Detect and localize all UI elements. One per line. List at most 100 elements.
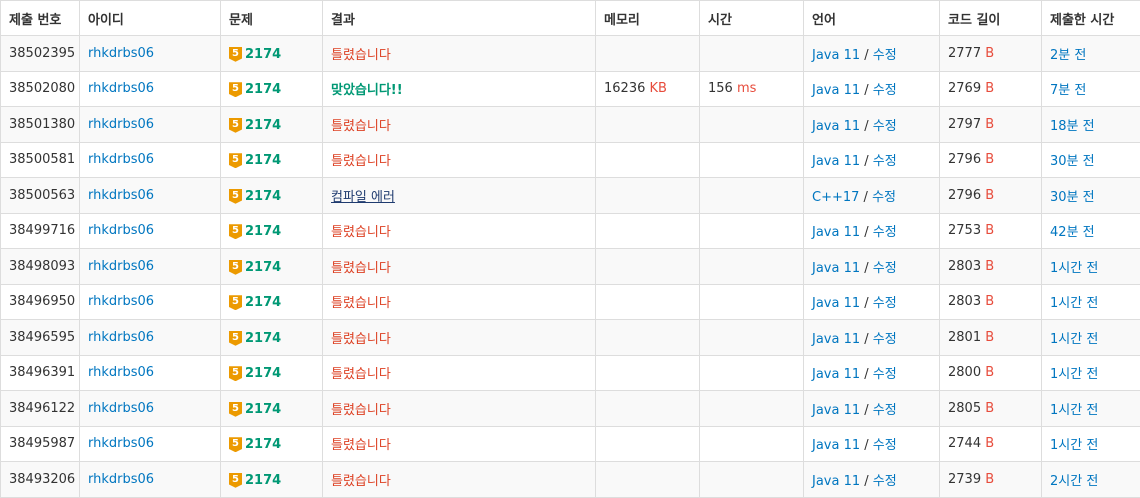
memory-cell — [596, 107, 700, 143]
edit-link[interactable]: 수정 — [873, 403, 897, 418]
header-language: 언어 — [804, 1, 940, 36]
user-cell: rhkdrbs06 — [80, 36, 221, 72]
edit-link[interactable]: 수정 — [872, 190, 896, 205]
language-cell: Java 11 / 수정 — [804, 107, 940, 143]
language-link[interactable]: Java 11 — [812, 83, 860, 98]
result-text[interactable]: 컴파일 에러 — [331, 190, 395, 205]
language-link[interactable]: Java 11 — [812, 367, 860, 382]
problem-link[interactable]: 2174 — [245, 295, 281, 310]
language-link[interactable]: Java 11 — [812, 403, 860, 418]
edit-link[interactable]: 수정 — [873, 154, 897, 169]
problem-link[interactable]: 2174 — [245, 260, 281, 275]
edit-link[interactable]: 수정 — [873, 438, 897, 453]
submitted-time-link[interactable]: 30분 전 — [1050, 154, 1095, 169]
silver-tier-badge-icon: 5 — [229, 295, 242, 310]
user-link[interactable]: rhkdrbs06 — [88, 472, 154, 487]
code-length-unit: B — [985, 188, 994, 203]
silver-tier-badge-icon: 5 — [229, 473, 242, 488]
language-cell: C++17 / 수정 — [804, 178, 940, 214]
submitted-time-link[interactable]: 1시간 전 — [1050, 438, 1098, 453]
result-text: 틀렸습니다 — [331, 438, 391, 453]
edit-link[interactable]: 수정 — [873, 119, 897, 134]
language-link[interactable]: Java 11 — [812, 474, 860, 489]
submitted-at-cell: 1시간 전 — [1042, 426, 1140, 462]
table-row: 38501380rhkdrbs0652174틀렸습니다 Java 11 / 수정… — [1, 107, 1140, 143]
time-cell — [700, 426, 804, 462]
language-cell: Java 11 / 수정 — [804, 213, 940, 249]
edit-link[interactable]: 수정 — [873, 296, 897, 311]
language-link[interactable]: Java 11 — [812, 119, 860, 134]
problem-cell: 52174 — [221, 107, 323, 143]
submitted-time-link[interactable]: 7분 전 — [1050, 83, 1086, 98]
problem-link[interactable]: 2174 — [245, 366, 281, 381]
result-text: 틀렸습니다 — [331, 474, 391, 489]
result-text: 맞았습니다!! — [331, 83, 403, 98]
user-link[interactable]: rhkdrbs06 — [88, 188, 154, 203]
submitted-time-link[interactable]: 1시간 전 — [1050, 403, 1098, 418]
edit-link[interactable]: 수정 — [873, 261, 897, 276]
language-link[interactable]: Java 11 — [812, 48, 860, 63]
user-link[interactable]: rhkdrbs06 — [88, 46, 154, 61]
submitted-at-cell: 42분 전 — [1042, 213, 1140, 249]
problem-link[interactable]: 2174 — [245, 437, 281, 452]
edit-link[interactable]: 수정 — [873, 474, 897, 489]
code-length-cell: 2739 B — [940, 462, 1042, 498]
edit-link[interactable]: 수정 — [873, 48, 897, 63]
submitted-time-link[interactable]: 30분 전 — [1050, 190, 1095, 205]
user-link[interactable]: rhkdrbs06 — [88, 294, 154, 309]
edit-link[interactable]: 수정 — [873, 83, 897, 98]
user-link[interactable]: rhkdrbs06 — [88, 401, 154, 416]
language-link[interactable]: Java 11 — [812, 261, 860, 276]
user-link[interactable]: rhkdrbs06 — [88, 365, 154, 380]
user-link[interactable]: rhkdrbs06 — [88, 223, 154, 238]
separator: / — [860, 403, 873, 418]
submitted-time-link[interactable]: 1시간 전 — [1050, 332, 1098, 347]
language-link[interactable]: Java 11 — [812, 154, 860, 169]
time-cell — [700, 284, 804, 320]
submitted-time-link[interactable]: 18분 전 — [1050, 119, 1095, 134]
separator: / — [860, 225, 873, 240]
code-length-value: 2777 — [948, 46, 981, 61]
user-link[interactable]: rhkdrbs06 — [88, 117, 154, 132]
code-length-unit: B — [985, 81, 994, 96]
language-link[interactable]: Java 11 — [812, 438, 860, 453]
user-link[interactable]: rhkdrbs06 — [88, 259, 154, 274]
submitted-at-cell: 30분 전 — [1042, 178, 1140, 214]
submitted-at-cell: 1시간 전 — [1042, 355, 1140, 391]
language-link[interactable]: Java 11 — [812, 296, 860, 311]
submitted-at-cell: 2분 전 — [1042, 36, 1140, 72]
result-cell: 맞았습니다!! — [323, 71, 596, 107]
language-link[interactable]: Java 11 — [812, 225, 860, 240]
submitted-time-link[interactable]: 42분 전 — [1050, 225, 1095, 240]
problem-link[interactable]: 2174 — [245, 82, 281, 97]
submitted-time-link[interactable]: 2시간 전 — [1050, 474, 1098, 489]
problem-link[interactable]: 2174 — [245, 153, 281, 168]
edit-link[interactable]: 수정 — [873, 332, 897, 347]
language-cell: Java 11 / 수정 — [804, 462, 940, 498]
language-link[interactable]: Java 11 — [812, 332, 860, 347]
code-length-value: 2803 — [948, 294, 981, 309]
problem-link[interactable]: 2174 — [245, 402, 281, 417]
language-link[interactable]: C++17 — [812, 190, 859, 205]
submitted-time-link[interactable]: 1시간 전 — [1050, 296, 1098, 311]
user-link[interactable]: rhkdrbs06 — [88, 436, 154, 451]
problem-link[interactable]: 2174 — [245, 118, 281, 133]
submitted-time-link[interactable]: 1시간 전 — [1050, 261, 1098, 276]
problem-link[interactable]: 2174 — [245, 473, 281, 488]
submitted-time-link[interactable]: 2분 전 — [1050, 48, 1086, 63]
submitted-time-link[interactable]: 1시간 전 — [1050, 367, 1098, 382]
header-submission-id: 제출 번호 — [1, 1, 80, 36]
time-cell — [700, 391, 804, 427]
user-link[interactable]: rhkdrbs06 — [88, 152, 154, 167]
problem-link[interactable]: 2174 — [245, 47, 281, 62]
user-link[interactable]: rhkdrbs06 — [88, 81, 154, 96]
edit-link[interactable]: 수정 — [873, 367, 897, 382]
problem-link[interactable]: 2174 — [245, 189, 281, 204]
problem-link[interactable]: 2174 — [245, 331, 281, 346]
memory-value: 16236 — [604, 81, 645, 96]
problem-link[interactable]: 2174 — [245, 224, 281, 239]
user-link[interactable]: rhkdrbs06 — [88, 330, 154, 345]
result-cell: 틀렸습니다 — [323, 426, 596, 462]
silver-tier-badge-icon: 5 — [229, 82, 242, 97]
edit-link[interactable]: 수정 — [873, 225, 897, 240]
